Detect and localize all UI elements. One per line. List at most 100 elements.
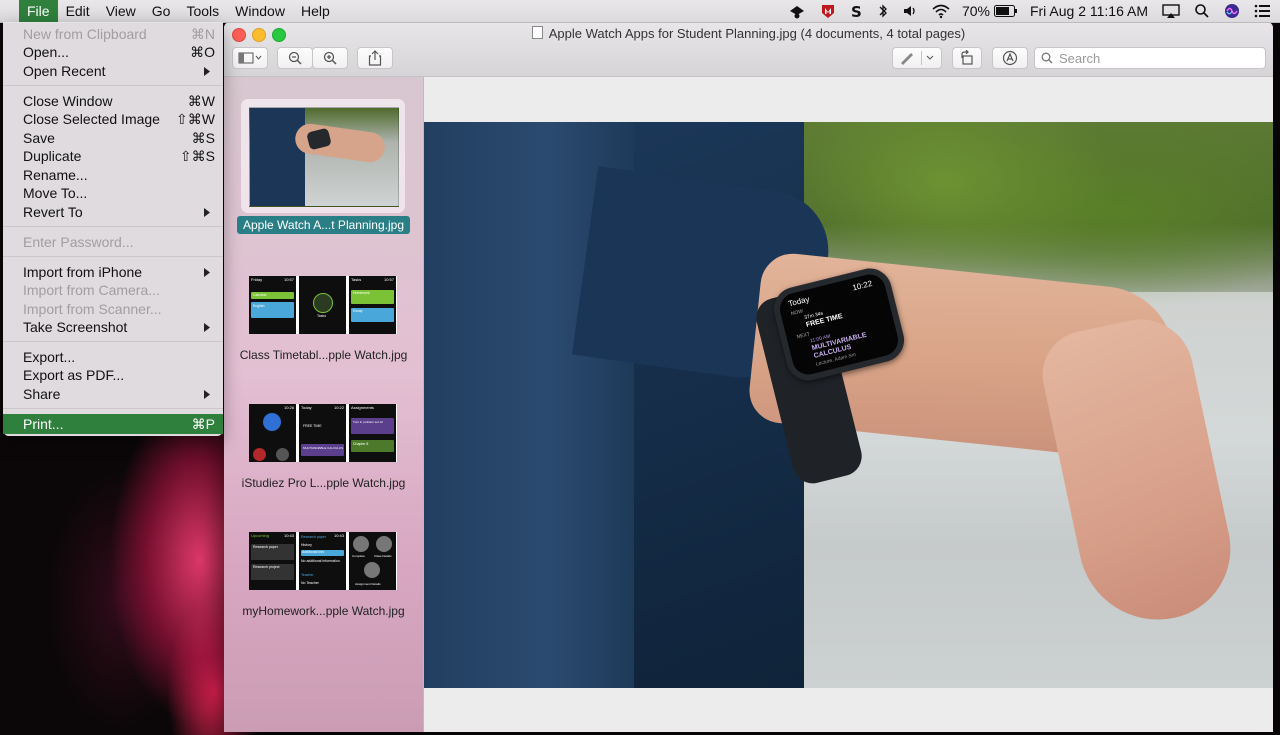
thumbnail-myhomework[interactable]: Upcoming 10:43 Research paper Research p… xyxy=(249,532,397,590)
markup-icon xyxy=(1002,50,1018,66)
zoom-in-icon xyxy=(323,51,337,65)
menu-item-close-window[interactable]: Close Window ⌘W xyxy=(3,92,223,110)
menu-separator xyxy=(3,341,223,342)
menu-item-open[interactable]: Open... ⌘O xyxy=(3,43,223,61)
menu-item-new-from-clipboard[interactable]: New from Clipboard ⌘N xyxy=(3,25,223,43)
mh-screen-3: Complete Class Details Assignment Detail… xyxy=(349,532,396,590)
zoom-out-icon xyxy=(288,51,302,65)
menu-window[interactable]: Window xyxy=(227,0,293,22)
apple-watch-photo[interactable]: Today 10:22 NOW 37m 34s FREE TIME NEXT 1… xyxy=(424,122,1273,688)
menu-item-export-as-pdf[interactable]: Export as PDF... xyxy=(3,366,223,384)
file-menu-dropdown: New from Clipboard ⌘N Open... ⌘O Open Rece… xyxy=(3,22,223,436)
thumbnail-caption-4: myHomework...pple Watch.jpg xyxy=(242,604,405,618)
menu-item-duplicate[interactable]: Duplicate ⇧⌘S xyxy=(3,147,223,165)
sidebar-view-button[interactable] xyxy=(232,47,268,69)
markup-pen-button[interactable] xyxy=(892,47,942,69)
submenu-arrow-icon xyxy=(204,67,210,76)
tt-screen-2: Tasks xyxy=(299,276,346,334)
complete-check-icon xyxy=(353,536,369,552)
menu-item-export[interactable]: Export... xyxy=(3,348,223,366)
thumbnail-istudiez-pro[interactable]: 10:26 Today 10:22 FREE TIME MULTIVARIABL… xyxy=(249,404,397,462)
window-title: Apple Watch Apps for Student Planning.jp… xyxy=(224,26,1273,41)
menu-item-import-from-camera[interactable]: Import from Camera... xyxy=(3,281,223,299)
tt-screen-1: Friday 10:57 Calculus English xyxy=(249,276,296,334)
menu-tools[interactable]: Tools xyxy=(178,0,227,22)
mh-screen-1: Upcoming 10:43 Research paper Research p… xyxy=(249,532,296,590)
share-button[interactable] xyxy=(357,47,393,69)
spotlight-search-icon[interactable] xyxy=(1194,0,1210,22)
search-icon xyxy=(1041,52,1053,64)
svg-text:S: S xyxy=(851,3,862,19)
thumbnail-sidebar: Apple Watch A...t Planning.jpg Friday 10… xyxy=(224,77,424,732)
menu-item-revert-to[interactable]: Revert To xyxy=(3,203,223,221)
window-title-text: Apple Watch Apps for Student Planning.jp… xyxy=(548,26,966,41)
badge-2-icon xyxy=(276,448,289,461)
thumb-sleeve xyxy=(250,108,305,206)
is-screen-1: 10:26 xyxy=(249,404,296,462)
thumbnail-caption-3: iStudiez Pro L...pple Watch.jpg xyxy=(241,476,406,490)
flag-icon xyxy=(263,413,281,431)
search-field[interactable] xyxy=(1034,47,1266,69)
rotate-icon xyxy=(961,50,973,65)
submenu-arrow-icon xyxy=(204,390,210,399)
menu-item-open-recent[interactable]: Open Recent xyxy=(3,62,223,80)
submenu-arrow-icon xyxy=(204,323,210,332)
menu-item-print[interactable]: Print... ⌘P xyxy=(3,414,223,434)
volume-icon[interactable] xyxy=(902,0,918,22)
submenu-arrow-icon xyxy=(204,208,210,217)
mcafee-icon[interactable] xyxy=(820,0,836,22)
airplay-icon[interactable] xyxy=(1162,0,1180,22)
zoom-in-button[interactable] xyxy=(312,47,348,69)
menu-item-rename[interactable]: Rename... xyxy=(3,166,223,184)
sidebar-icon xyxy=(238,52,262,64)
menu-item-close-selected-image[interactable]: Close Selected Image ⇧⌘W xyxy=(3,110,223,128)
markup-toolbar-button[interactable] xyxy=(992,47,1028,69)
menu-clock[interactable]: Fri Aug 2 11:16 AM xyxy=(1030,3,1148,19)
menu-view[interactable]: View xyxy=(98,0,144,22)
hat-app-icon[interactable] xyxy=(788,0,806,22)
share-icon xyxy=(368,50,382,66)
mh-screen-2: Research paper 10:43 History Additional … xyxy=(299,532,346,590)
title-bar: Apple Watch Apps for Student Planning.jp… xyxy=(224,22,1273,77)
thumbnail-caption-1: Apple Watch A...t Planning.jpg xyxy=(224,216,423,234)
photo-watch-face: Today 10:22 NOW 37m 34s FREE TIME NEXT 1… xyxy=(776,271,902,378)
apple-menu-icon[interactable] xyxy=(3,0,19,22)
menu-separator xyxy=(3,256,223,257)
menu-item-save[interactable]: Save ⌘S xyxy=(3,129,223,147)
menu-item-import-from-iphone[interactable]: Import from iPhone xyxy=(3,263,223,281)
menu-go[interactable]: Go xyxy=(144,0,179,22)
notification-center-icon[interactable] xyxy=(1254,0,1270,22)
menu-bar: File Edit View Go Tools Window Help S 70… xyxy=(0,0,1280,23)
skype-s-icon[interactable]: S xyxy=(850,0,864,22)
menu-item-take-screenshot[interactable]: Take Screenshot xyxy=(3,318,223,336)
menu-help[interactable]: Help xyxy=(293,0,338,22)
tt-screen-3: Tasks 10:57 Homework Essay xyxy=(349,276,396,334)
class-details-icon xyxy=(376,536,392,552)
menu-separator xyxy=(3,85,223,86)
wifi-icon[interactable] xyxy=(932,0,950,22)
badge-1-icon xyxy=(253,448,266,461)
menu-separator xyxy=(3,408,223,409)
menu-item-share[interactable]: Share xyxy=(3,385,223,403)
is-screen-2: Today 10:22 FREE TIME MULTIVARIABLE CALC… xyxy=(299,404,346,462)
thumbnail-class-timetable[interactable]: Friday 10:57 Calculus English Tasks Task… xyxy=(249,276,397,334)
menu-file[interactable]: File xyxy=(19,0,58,22)
zoom-out-button[interactable] xyxy=(277,47,313,69)
thumbnail-caption-2: Class Timetabl...pple Watch.jpg xyxy=(239,348,408,362)
menu-item-import-from-scanner[interactable]: Import from Scanner... xyxy=(3,300,223,318)
menu-item-move-to[interactable]: Move To... xyxy=(3,184,223,202)
battery-icon[interactable] xyxy=(993,0,1018,22)
preview-window: Apple Watch Apps for Student Planning.jp… xyxy=(224,22,1273,732)
menu-item-enter-password[interactable]: Enter Password... xyxy=(3,233,223,251)
menu-separator xyxy=(3,226,223,227)
pen-icon xyxy=(901,51,934,65)
submenu-arrow-icon xyxy=(204,268,210,277)
thumbnail-apple-watch-planning[interactable] xyxy=(249,107,399,207)
rotate-button[interactable] xyxy=(952,47,982,69)
siri-icon[interactable] xyxy=(1224,0,1240,22)
bluetooth-icon[interactable] xyxy=(878,0,888,22)
assignment-details-icon xyxy=(364,562,380,578)
search-input[interactable] xyxy=(1057,49,1261,67)
menu-edit[interactable]: Edit xyxy=(58,0,98,22)
battery-percent: 70% xyxy=(961,3,990,19)
